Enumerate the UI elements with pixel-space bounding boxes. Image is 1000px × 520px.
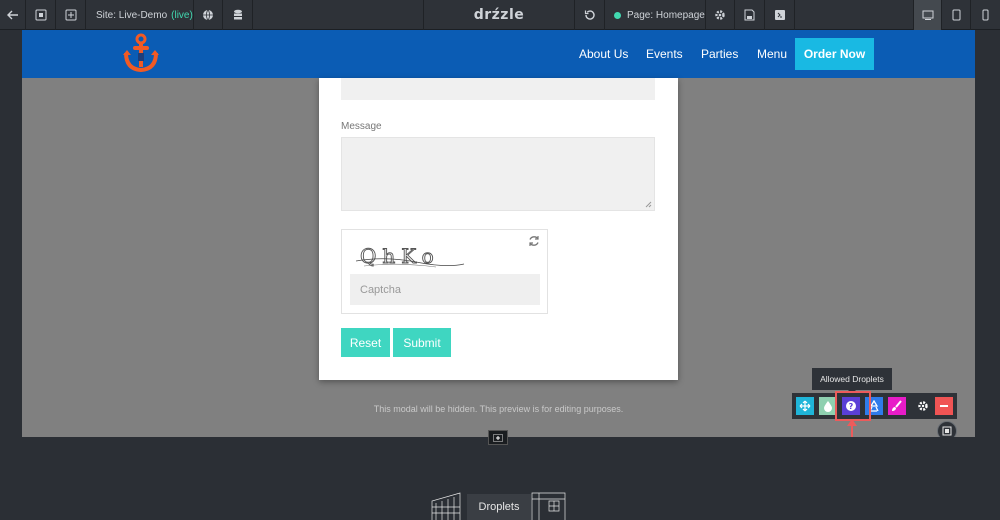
- page-label: Page: Homepage: [627, 9, 705, 21]
- gear-icon: [918, 401, 928, 411]
- minus-icon: [940, 405, 948, 407]
- captcha-input[interactable]: Captcha: [350, 274, 540, 305]
- order-now-button[interactable]: Order Now: [795, 38, 874, 70]
- nav-label: Menu: [757, 47, 788, 61]
- droplet-settings-button[interactable]: [914, 397, 932, 415]
- contact-modal: Message QhKo Captcha Reset Submit: [319, 78, 678, 380]
- droplet-icon: [824, 401, 832, 412]
- history-button[interactable]: [575, 0, 605, 30]
- captcha-widget: QhKo Captcha: [341, 229, 548, 314]
- nav-item-events[interactable]: Events: [646, 30, 683, 78]
- brand-area: drźzle: [423, 0, 575, 30]
- dark-section: Droplets: [22, 430, 975, 520]
- nav-label: Parties: [701, 47, 739, 61]
- site-status: (live): [171, 9, 193, 21]
- add-page-icon: [65, 9, 76, 21]
- move-icon: [799, 400, 811, 412]
- mobile-icon: [982, 9, 989, 21]
- desktop-view-button[interactable]: [913, 0, 942, 30]
- nav-item-menu[interactable]: Menu: [757, 30, 787, 78]
- publish-button[interactable]: [765, 0, 795, 30]
- add-page-button[interactable]: [56, 0, 86, 30]
- save-icon: [744, 9, 755, 21]
- highlight-box: [835, 391, 871, 421]
- droplet-toolbar: ?: [792, 393, 957, 419]
- status-dot-icon: [614, 11, 621, 19]
- database-icon: [233, 9, 242, 20]
- gear-icon: [715, 10, 725, 20]
- database-button[interactable]: [223, 0, 253, 30]
- add-section-button[interactable]: [488, 430, 508, 445]
- message-textarea[interactable]: [341, 137, 655, 211]
- captcha-image: QhKo: [356, 244, 465, 268]
- droplets-label[interactable]: Droplets: [467, 494, 531, 520]
- anchor-logo-icon[interactable]: [122, 33, 160, 73]
- left-gutter: [0, 30, 22, 520]
- remove-button[interactable]: [935, 397, 953, 415]
- site-header: About Us Events Parties Menu Order Now: [22, 30, 975, 78]
- window-icon: [942, 426, 952, 436]
- mobile-view-button[interactable]: [971, 0, 1000, 30]
- desktop-icon: [922, 10, 933, 20]
- previous-input-field[interactable]: [341, 78, 655, 100]
- style-button[interactable]: [888, 397, 906, 415]
- brush-icon: [892, 400, 902, 411]
- move-button[interactable]: [796, 397, 814, 415]
- copy-icon: [35, 9, 46, 21]
- settings-button[interactable]: [705, 0, 735, 30]
- nav-item-parties[interactable]: Parties: [701, 30, 738, 78]
- save-button[interactable]: [735, 0, 765, 30]
- tablet-icon: [952, 9, 960, 21]
- reset-button[interactable]: Reset: [341, 328, 390, 357]
- globe-button[interactable]: [193, 0, 223, 30]
- globe-icon: [203, 9, 213, 21]
- nav-label: Events: [646, 47, 683, 61]
- refresh-icon[interactable]: [528, 235, 540, 247]
- publish-icon: [774, 10, 785, 20]
- nav-item-about[interactable]: About Us: [579, 30, 628, 78]
- resize-handle-icon[interactable]: [645, 201, 652, 208]
- building-sketch-right: [531, 492, 566, 520]
- pages-button[interactable]: [26, 0, 56, 30]
- site-label: Site: Live-Demo: [96, 9, 168, 21]
- submit-button[interactable]: Submit: [393, 328, 451, 357]
- allowed-droplets-tooltip: Allowed Droplets: [812, 368, 892, 394]
- tablet-view-button[interactable]: [942, 0, 971, 30]
- arrow-left-icon: [6, 10, 18, 20]
- back-button[interactable]: [0, 0, 26, 30]
- page-selector[interactable]: Page: Homepage: [614, 0, 705, 30]
- add-icon: [493, 433, 503, 442]
- nav-label: About Us: [579, 47, 629, 61]
- brand-logo: drźzle: [473, 7, 525, 23]
- building-sketch-left: [431, 492, 461, 520]
- site-indicator[interactable]: Site: Live-Demo (live): [96, 0, 193, 30]
- history-icon: [584, 10, 595, 20]
- right-gutter: [975, 30, 1000, 520]
- editor-toolbar: Site: Live-Demo (live) drźzle Page: Home…: [0, 0, 1000, 30]
- message-label: Message: [341, 121, 382, 132]
